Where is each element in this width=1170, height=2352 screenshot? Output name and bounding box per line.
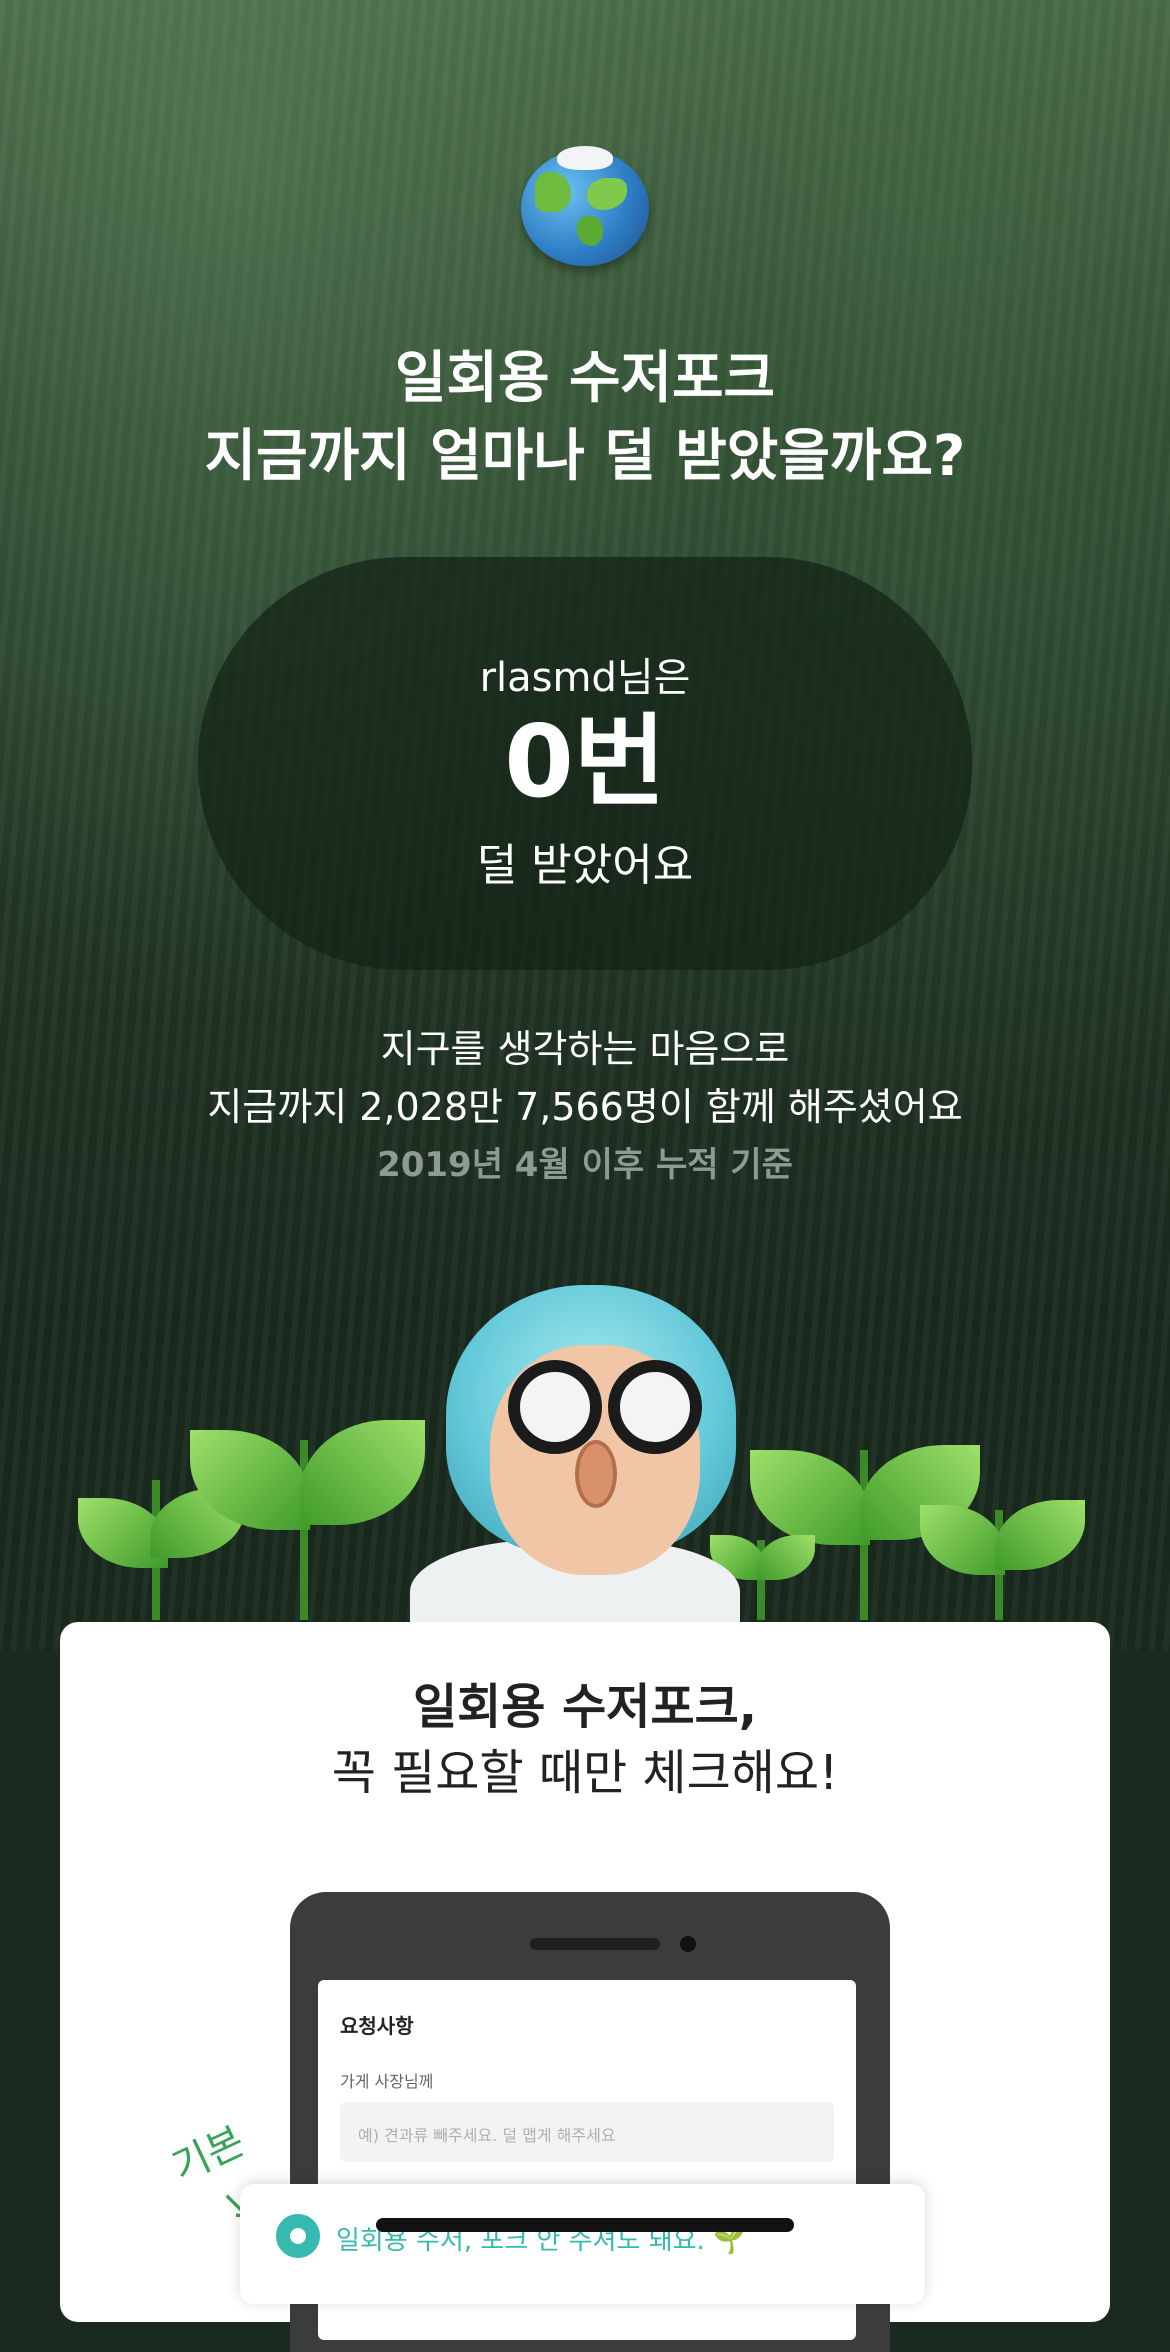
request-input-placeholder: 예) 견과류 빼주세요. 덜 맵게 해주세요 — [358, 2126, 616, 2145]
request-label: 가게 사장님께 — [340, 2072, 434, 2091]
reduction-count-suffix: 덜 받았어요 — [476, 840, 694, 891]
card-title-line-2: 꼭 필요할 때만 체크해요! — [331, 1745, 839, 1801]
stats-basis-note: 2019년 4월 이후 누적 기준 — [377, 1145, 793, 1185]
page-title: 일회용 수저포크 지금까지 얼마나 덜 받았을까요? — [0, 340, 1170, 496]
utensil-option-card[interactable]: 일회용 수저, 포크 안 주셔도 돼요. 🌱 — [240, 2184, 925, 2304]
radio-selected-icon[interactable] — [276, 2214, 320, 2258]
request-input: 예) 견과류 빼주세요. 덜 맵게 해주세요 — [340, 2102, 834, 2162]
reduction-count: 0번 — [504, 703, 666, 820]
user-count-panel: rlasmd님은 0번 덜 받았어요 — [198, 557, 972, 970]
request-heading: 요청사항 — [340, 2014, 414, 2038]
glasses-right-icon — [608, 1360, 702, 1454]
phone-speaker — [530, 1938, 660, 1950]
stats-line-2: 지금까지 2,028만 7,566명이 함께 해주셨어요 — [207, 1085, 963, 1129]
stats-line-1: 지구를 생각하는 마음으로 — [380, 1027, 790, 1071]
participation-stats: 지구를 생각하는 마음으로 지금까지 2,028만 7,566명이 함께 해주셨… — [0, 1020, 1170, 1194]
info-card: 일회용 수저포크, 꼭 필요할 때만 체크해요! 요청사항 가게 사장님께 예)… — [60, 1622, 1110, 2352]
character-mouth — [575, 1440, 617, 1508]
title-line-2: 지금까지 얼마나 덜 받았을까요? — [204, 424, 966, 489]
card-title-bold: 일회용 수저포크, — [412, 1679, 758, 1735]
globe-icon — [521, 146, 649, 266]
phone-camera-icon — [680, 1936, 696, 1952]
handwritten-default-label: 기본 — [165, 2118, 252, 2192]
home-indicator[interactable] — [376, 2218, 794, 2232]
title-line-1: 일회용 수저포크 — [394, 346, 776, 411]
user-greeting: rlasmd님은 — [479, 655, 691, 701]
card-title: 일회용 수저포크, 꼭 필요할 때만 체크해요! — [60, 1674, 1110, 1806]
glasses-left-icon — [508, 1360, 602, 1454]
